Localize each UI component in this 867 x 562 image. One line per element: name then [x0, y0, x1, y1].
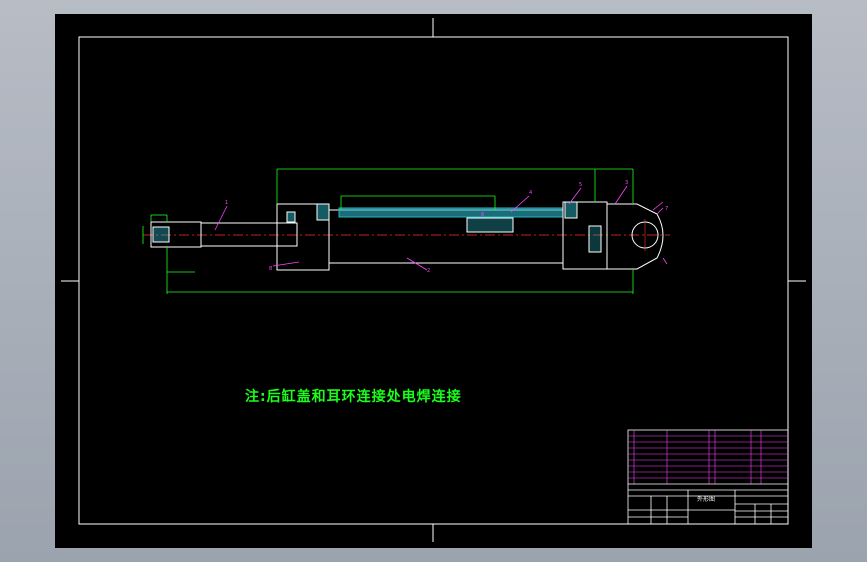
- piston: [466, 217, 514, 233]
- part-label: 6: [481, 212, 484, 218]
- cylinder-barrel: [328, 209, 564, 264]
- center-marks: [61, 18, 806, 542]
- title-block: [627, 429, 789, 525]
- dimensions: [142, 168, 634, 294]
- part-label: 2: [427, 268, 430, 274]
- part-label: 8: [269, 266, 272, 272]
- part-label: 7: [665, 206, 668, 212]
- drawing-note: 注:后缸盖和耳环连接处电焊连接: [245, 389, 462, 405]
- cylinder-assembly: [150, 201, 664, 271]
- barrel-section: [338, 207, 564, 218]
- part-label: 3: [625, 180, 628, 186]
- cad-drawing: 1 2 3 4 5 6 7 8 外形图: [61, 18, 806, 542]
- part-labels: 1 2 3 4 5 6 7 8: [225, 180, 668, 274]
- title-block-title: 外形图: [697, 495, 715, 503]
- piston-rod: [200, 222, 298, 247]
- inner-frame: [78, 36, 789, 525]
- part-label: 1: [225, 200, 228, 206]
- rear-eye: [606, 203, 664, 270]
- part-label: 5: [579, 182, 582, 188]
- part-label: 4: [529, 190, 532, 196]
- drawing-canvas[interactable]: 1 2 3 4 5 6 7 8 外形图 注:后缸盖和耳环连接处电焊连接: [55, 14, 812, 548]
